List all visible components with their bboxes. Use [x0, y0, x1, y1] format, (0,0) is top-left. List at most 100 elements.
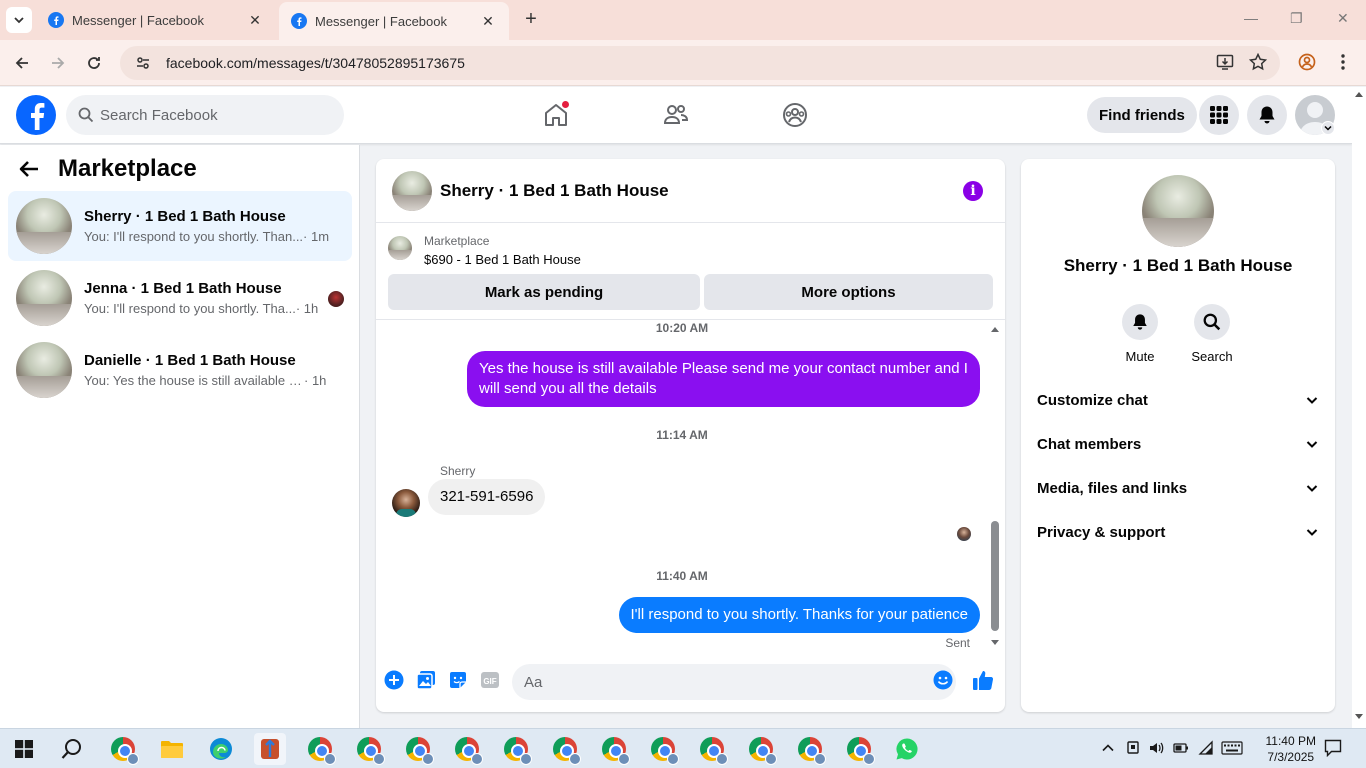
whatsapp-icon[interactable]: [891, 733, 923, 765]
system-clock[interactable]: 11:40 PM 7/3/2025: [1266, 733, 1316, 765]
chrome-profile-icon[interactable]: [745, 733, 777, 765]
thumbs-up-icon[interactable]: [972, 669, 994, 691]
chrome-profile-icon[interactable]: [549, 733, 581, 765]
media-files-links-section[interactable]: Media, files and links: [1021, 466, 1335, 510]
more-actions-plus-icon[interactable]: [383, 669, 405, 691]
chrome-profile-icon[interactable]: [107, 733, 139, 765]
chat-name: Danielle · 1 Bed 1 Bath House: [84, 352, 296, 369]
attach-photo-icon[interactable]: [415, 669, 437, 691]
emoji-icon[interactable]: [932, 669, 954, 691]
chrome-profile-icon[interactable]: [843, 733, 875, 765]
address-bar[interactable]: facebook.com/messages/t/3047805289517367…: [120, 46, 1280, 80]
mark-as-pending-button[interactable]: Mark as pending: [388, 274, 700, 310]
mute-label: Mute: [1125, 349, 1155, 364]
chrome-profile-icon[interactable]: [794, 733, 826, 765]
install-app-icon[interactable]: [1216, 53, 1234, 76]
home-nav-button[interactable]: [540, 99, 572, 131]
privacy-support-section[interactable]: Privacy & support: [1021, 510, 1335, 554]
chrome-profile-icon[interactable]: [402, 733, 434, 765]
bell-icon: [1133, 314, 1147, 330]
chrome-profile-icon[interactable]: [304, 733, 336, 765]
message-input[interactable]: [524, 673, 914, 691]
tab-search-button[interactable]: [6, 7, 32, 33]
menu-button[interactable]: [1199, 95, 1239, 135]
chrome-profile-icon[interactable]: [598, 733, 630, 765]
show-hidden-icons-icon[interactable]: [1101, 741, 1115, 760]
browser-tab-1[interactable]: Messenger | Facebook ✕: [36, 0, 276, 40]
more-options-button[interactable]: More options: [704, 274, 993, 310]
volume-icon[interactable]: [1148, 740, 1164, 761]
facebook-favicon-icon: [291, 13, 307, 29]
forward-button[interactable]: [47, 52, 69, 74]
search-conversation-button[interactable]: Search: [1182, 304, 1242, 364]
message-timestamp: 10:20 AM: [655, 321, 709, 335]
groups-nav-button[interactable]: [779, 99, 811, 131]
notification-dot: [561, 100, 570, 109]
new-tab-button[interactable]: +: [520, 8, 542, 32]
browser-menu-icon[interactable]: [1338, 53, 1348, 76]
back-arrow-icon[interactable]: [18, 158, 40, 180]
chrome-profile-icon[interactable]: [647, 733, 679, 765]
listing-title[interactable]: $690 - 1 Bed 1 Bath House: [424, 252, 581, 267]
chat-list-item[interactable]: Jenna · 1 Bed 1 Bath House You: I'll res…: [8, 263, 352, 333]
wifi-icon[interactable]: [1198, 740, 1214, 761]
find-friends-button[interactable]: Find friends: [1087, 97, 1197, 133]
search-input[interactable]: [100, 106, 320, 124]
sticker-icon[interactable]: [447, 669, 469, 691]
listing-thumbnail: [388, 236, 412, 260]
message-thread: 10:20 AM Yes the house is still availabl…: [376, 321, 1005, 651]
notifications-button[interactable]: [1247, 95, 1287, 135]
chat-time: · 1h: [295, 301, 319, 316]
outgoing-message[interactable]: I'll respond to you shortly. Thanks for …: [618, 597, 980, 633]
battery-icon[interactable]: [1173, 741, 1189, 760]
edge-browser-icon[interactable]: [205, 733, 237, 765]
contact-avatar: [1142, 175, 1214, 247]
conversation-header[interactable]: Sherry · 1 Bed 1 Bath House i: [376, 159, 1005, 223]
file-explorer-icon[interactable]: [156, 733, 188, 765]
facebook-logo-icon[interactable]: [16, 95, 56, 135]
windows-start-icon[interactable]: [8, 733, 40, 765]
chat-list-pane: Marketplace Sherry · 1 Bed 1 Bath House …: [0, 145, 360, 728]
chat-members-section[interactable]: Chat members: [1021, 422, 1335, 466]
facebook-search[interactable]: [66, 95, 344, 135]
info-icon[interactable]: i: [963, 181, 983, 201]
conversation-pane: Sherry · 1 Bed 1 Bath House i Marketplac…: [376, 159, 1005, 712]
outgoing-message[interactable]: Yes the house is still available Please …: [467, 351, 980, 407]
close-tab-icon[interactable]: ✕: [246, 12, 264, 29]
chat-list-item[interactable]: Sherry · 1 Bed 1 Bath House You: I'll re…: [8, 191, 352, 261]
close-tab-icon[interactable]: ✕: [479, 13, 497, 30]
facebook-favicon-icon: [48, 12, 64, 28]
page-title: Marketplace: [58, 155, 197, 182]
account-chevron-icon[interactable]: [1321, 121, 1335, 135]
gif-icon[interactable]: GIF: [479, 669, 501, 691]
chrome-profile-icon[interactable]: [500, 733, 532, 765]
chevron-down-icon: [1306, 441, 1318, 448]
sender-avatar[interactable]: [392, 489, 420, 517]
window-close-icon[interactable]: ✕: [1337, 10, 1349, 27]
minimize-icon[interactable]: —: [1244, 10, 1258, 26]
taskbar-search-icon[interactable]: [56, 733, 88, 765]
conversation-avatar: [392, 170, 432, 211]
notification-center-icon[interactable]: [1324, 739, 1342, 762]
meet-now-icon[interactable]: [1126, 740, 1140, 761]
chat-info-panel: Sherry · 1 Bed 1 Bath House Mute Search …: [1021, 159, 1335, 712]
active-app-icon[interactable]: [254, 733, 286, 765]
keyboard-icon[interactable]: [1221, 740, 1243, 761]
bookmark-star-icon[interactable]: [1248, 52, 1268, 76]
chrome-profile-icon[interactable]: [353, 733, 385, 765]
mute-button[interactable]: Mute: [1110, 304, 1170, 364]
incoming-message[interactable]: 321-591-6596: [428, 479, 546, 515]
site-settings-icon[interactable]: [130, 50, 156, 76]
chat-list-item[interactable]: Danielle · 1 Bed 1 Bath House You: Yes t…: [8, 335, 352, 405]
chrome-profile-icon[interactable]: [696, 733, 728, 765]
friends-nav-button[interactable]: [660, 99, 692, 131]
customize-chat-section[interactable]: Customize chat: [1021, 378, 1335, 422]
back-button[interactable]: [11, 52, 33, 74]
restore-icon[interactable]: ❐: [1290, 10, 1303, 27]
reload-button[interactable]: [83, 52, 105, 74]
page-scrollbar[interactable]: [1352, 87, 1366, 728]
chrome-profile-icon[interactable]: [451, 733, 483, 765]
browser-tab-2[interactable]: Messenger | Facebook ✕: [279, 2, 509, 40]
profile-icon[interactable]: [1298, 53, 1316, 76]
message-scrollbar[interactable]: [990, 325, 1000, 647]
